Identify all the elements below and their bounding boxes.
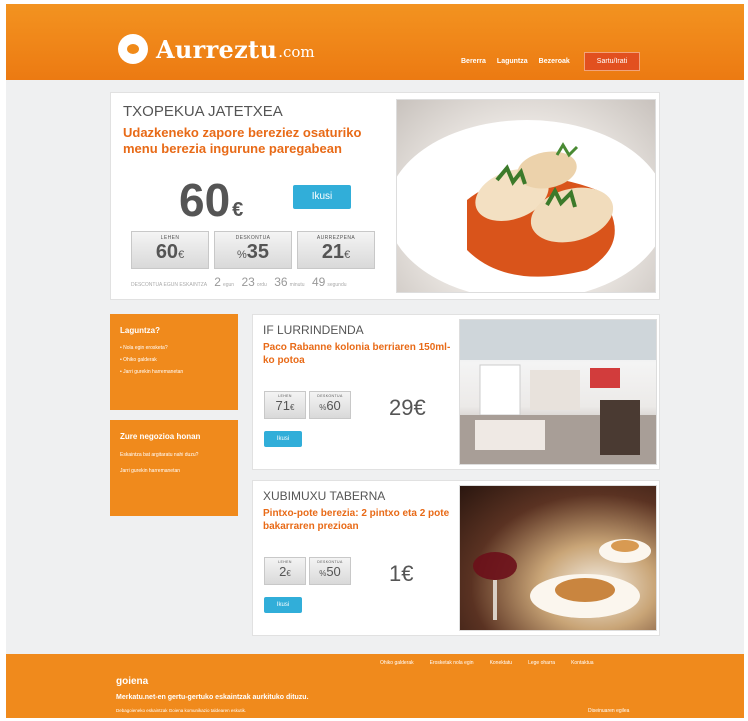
business-contact-link[interactable]: Jarri gurekin harremanetan (120, 467, 228, 475)
business-title: Zure negozioa honan (120, 432, 201, 441)
countdown-label: DESCONTUA EGUN ESKAINTZA (131, 282, 207, 288)
logo-text: Aurreztu (156, 34, 278, 64)
deal-card: IF LURRINDENDA Paco Rabanne kolonia berr… (252, 314, 660, 470)
countdown-timer: DESCONTUA EGUN ESKAINTZA 2 egun 23 ordu 36… (131, 275, 347, 289)
footer-nav: Ohiko galderak Erosketak nola egin Konek… (380, 660, 610, 666)
footer-link-faq[interactable]: Ohiko galderak (380, 660, 414, 666)
nav-item-help[interactable]: Laguntza (497, 58, 528, 65)
deal-price: 29€ (389, 395, 426, 420)
view-deal-button[interactable]: Ikusi (264, 431, 302, 447)
help-link-contact[interactable]: Jarri gurekin harremanetan (120, 369, 228, 375)
stat-value: %60 (319, 398, 341, 413)
stat-original-price: LEHEN 60€ (131, 231, 209, 269)
stat-discount: DESKONTUA %60 (309, 391, 351, 419)
business-text: Eskaintza bat argitaratu nahi duzu? (120, 452, 199, 458)
deal-photo[interactable] (459, 485, 657, 631)
help-box: Laguntza? Nola egin erosketa? Ohiko gald… (110, 314, 238, 410)
nav-item-clients[interactable]: Bezeroak (539, 58, 570, 65)
stat-original-price: LEHEN 71€ (264, 391, 306, 419)
business-box: Zure negozioa honan Eskaintza bat argita… (110, 420, 238, 516)
site-logo[interactable]: Aurreztu .com (118, 34, 315, 64)
stat-discount: DESKONTUA %50 (309, 557, 351, 585)
footer-link-legal[interactable]: Lege oharra (528, 660, 555, 666)
footer-link-how-to-buy[interactable]: Erosketak nola egin (430, 660, 474, 666)
logo-suffix: .com (278, 43, 315, 61)
nav-item-home[interactable]: Bererra (461, 58, 486, 65)
main-nav: Bererra Laguntza Bezeroak Sartu/Irati (461, 52, 641, 71)
deal-vendor: IF LURRINDENDA (263, 323, 364, 337)
stat-value: %35 (236, 241, 270, 263)
deal-title[interactable]: Udazkeneko zapore bereziez osaturiko men… (123, 125, 393, 157)
piggy-bank-icon (118, 34, 148, 64)
stat-value: %50 (319, 564, 341, 579)
deal-title[interactable]: Paco Rabanne kolonia berriaren 150ml-ko … (263, 341, 453, 367)
stat-value: 21€ (321, 241, 351, 263)
login-button[interactable]: Sartu/Irati (583, 52, 641, 71)
help-link-how-to-buy[interactable]: Nola egin erosketa? (120, 345, 228, 351)
deal-price: 1€ (389, 561, 414, 586)
deal-photo[interactable] (396, 99, 656, 293)
stat-original-price: LEHEN 2€ (264, 557, 306, 585)
help-link-faq[interactable]: Ohiko galderak (120, 357, 228, 363)
deal-price: 60 € (179, 173, 243, 227)
deal-vendor: TXOPEKUA JATETXEA (123, 103, 283, 120)
view-deal-button[interactable]: Ikusi (293, 185, 351, 209)
footer-link-contact[interactable]: Kontaktua (571, 660, 594, 666)
stat-discount: DESKONTUA %35 (214, 231, 292, 269)
footer-subtext: Debagoieneko eskaintzak Goiena komunikaz… (116, 708, 247, 713)
stat-value: 2€ (279, 564, 291, 579)
deal-card: XUBIMUXU TABERNA Pintxo-pote berezia: 2 … (252, 480, 660, 636)
deal-vendor: XUBIMUXU TABERNA (263, 489, 386, 503)
site-footer: Ohiko galderak Erosketak nola egin Konek… (6, 654, 744, 718)
price-currency: € (232, 199, 244, 221)
featured-deal-card: TXOPEKUA JATETXEA Udazkeneko zapore bere… (110, 92, 660, 300)
footer-credit[interactable]: Diseinuaren egilea (588, 708, 629, 714)
stat-value: 60€ (155, 241, 185, 263)
price-value: 60 (179, 174, 231, 226)
help-title: Laguntza? (120, 326, 160, 335)
site-header: Aurreztu .com Bererra Laguntza Bezeroak … (6, 4, 744, 80)
stat-savings: AURREZPENA 21€ (297, 231, 375, 269)
stat-value: 71€ (275, 398, 295, 413)
deal-title[interactable]: Pintxo-pote berezia: 2 pintxo eta 2 pote… (263, 507, 453, 533)
page-frame: Aurreztu .com Bererra Laguntza Bezeroak … (6, 4, 744, 718)
footer-link-connect[interactable]: Konektatu (490, 660, 513, 666)
footer-logo[interactable]: goiena (116, 676, 148, 687)
footer-tagline: Merkatu.net-en gertu-gertuko eskaintzak … (116, 694, 309, 701)
deal-photo[interactable] (459, 319, 657, 465)
view-deal-button[interactable]: Ikusi (264, 597, 302, 613)
